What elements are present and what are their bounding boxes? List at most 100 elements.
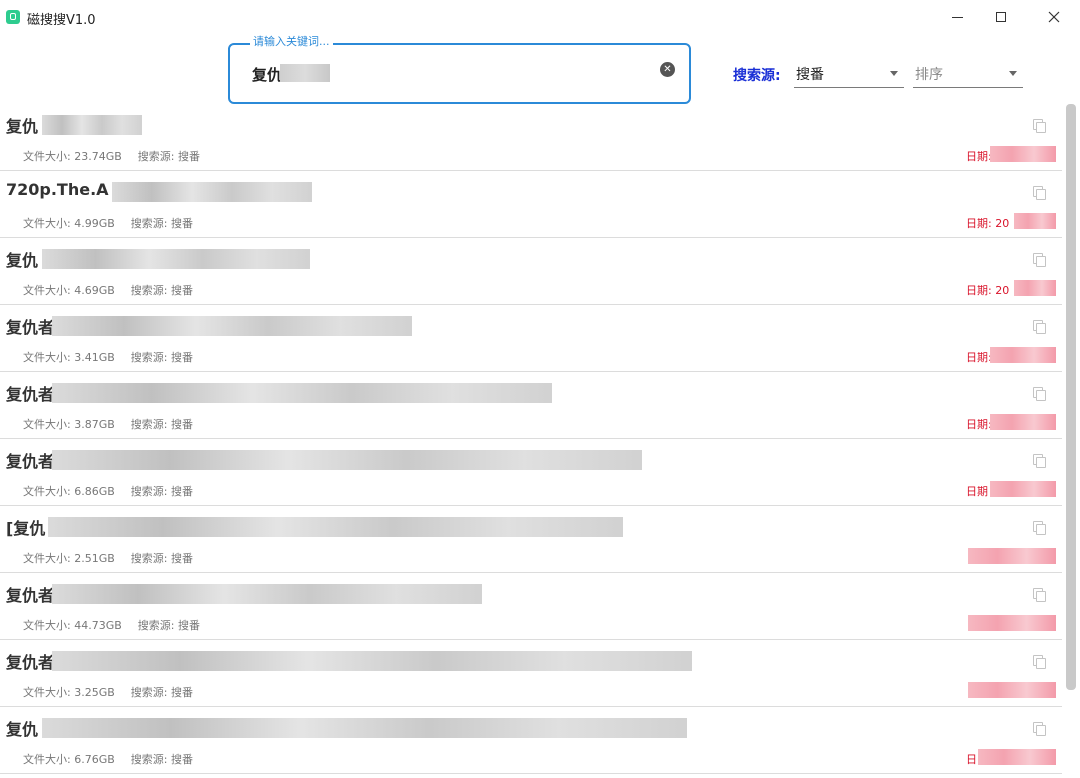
result-title[interactable]: [复仇 xyxy=(6,515,45,539)
sort-placeholder: 排序 xyxy=(915,67,943,83)
copy-icon[interactable] xyxy=(1033,521,1046,535)
result-source: 搜索源: 搜番 xyxy=(137,619,200,632)
date-redaction xyxy=(968,615,1056,631)
minimize-button[interactable] xyxy=(934,0,980,34)
file-size: 文件大小: 3.25GB xyxy=(23,686,115,699)
close-button[interactable] xyxy=(1031,0,1077,34)
title-redaction xyxy=(42,249,310,269)
title-redaction xyxy=(48,517,623,537)
result-row[interactable]: 复仇文件大小: 6.76GB 搜索源: 搜番 日 xyxy=(0,707,1062,774)
result-source: 搜索源: 搜番 xyxy=(137,150,200,163)
title-redaction xyxy=(42,718,687,738)
search-source-select[interactable]: 搜番 xyxy=(794,60,904,88)
result-title[interactable]: 复仇者 xyxy=(6,649,54,673)
result-meta: 文件大小: 2.51GB 搜索源: 搜番 xyxy=(23,550,209,566)
copy-icon[interactable] xyxy=(1033,253,1046,267)
sort-select[interactable]: 排序 xyxy=(913,60,1023,88)
result-source: 搜索源: 搜番 xyxy=(130,284,193,297)
date-redaction xyxy=(1014,213,1056,229)
result-title[interactable]: 复仇 xyxy=(6,247,38,271)
title-redaction xyxy=(52,383,552,403)
title-redaction xyxy=(52,316,412,336)
maximize-icon xyxy=(996,12,1006,22)
result-meta: 文件大小: 4.69GB 搜索源: 搜番 xyxy=(23,282,209,298)
result-row[interactable]: 复仇者 文件大小: 3.87GB 搜索源: 搜番 日期: xyxy=(0,372,1062,439)
result-row[interactable]: 复仇者文件大小: 3.25GB 搜索源: 搜番 xyxy=(0,640,1062,707)
result-row[interactable]: 复仇者文件大小: 6.86GB 搜索源: 搜番 日期 xyxy=(0,439,1062,506)
app-logo-icon xyxy=(6,10,20,24)
copy-icon[interactable] xyxy=(1033,186,1046,200)
result-title[interactable]: 复仇者 xyxy=(6,448,54,472)
date-redaction xyxy=(990,414,1056,430)
result-source: 搜索源: 搜番 xyxy=(130,686,193,699)
result-title[interactable]: 复仇者 xyxy=(6,582,54,606)
clear-circle-icon[interactable]: ✕ xyxy=(660,62,675,77)
maximize-button[interactable] xyxy=(978,0,1024,34)
copy-icon[interactable] xyxy=(1033,119,1046,133)
app-title: 磁搜搜V1.0 xyxy=(27,13,96,28)
search-source-value: 搜番 xyxy=(796,67,824,83)
title-bar[interactable]: 磁搜搜V1.0 xyxy=(0,0,1080,36)
result-date: 日期: xyxy=(966,351,992,364)
result-meta: 文件大小: 44.73GB 搜索源: 搜番 xyxy=(23,617,216,633)
file-size: 文件大小: 4.69GB xyxy=(23,284,115,297)
result-meta: 文件大小: 3.87GB 搜索源: 搜番 xyxy=(23,416,209,432)
search-field-label: 请输入关键词... xyxy=(250,35,333,49)
result-title[interactable]: 720p.The.A xyxy=(6,180,109,199)
search-field[interactable]: 请输入关键词... ✕ xyxy=(228,35,691,104)
date-redaction xyxy=(1014,280,1056,296)
title-redaction xyxy=(52,450,642,470)
result-list[interactable]: 复仇 文件大小: 23.74GB 搜索源: 搜番 日期: 720p.The.A 文件大小:… xyxy=(0,104,1064,778)
date-redaction xyxy=(990,481,1056,497)
result-row[interactable]: 复仇文件大小: 4.69GB 搜索源: 搜番 日期: 20 xyxy=(0,238,1062,305)
result-title[interactable]: 复仇者 xyxy=(6,314,54,338)
result-meta: 文件大小: 3.25GB 搜索源: 搜番 xyxy=(23,684,209,700)
result-date: 日 xyxy=(966,753,977,766)
result-row[interactable]: 复仇者文件大小: 44.73GB 搜索源: 搜番 xyxy=(0,573,1062,640)
search-source-label: 搜索源: xyxy=(733,68,781,84)
file-size: 文件大小: 23.74GB xyxy=(23,150,122,163)
date-redaction xyxy=(968,548,1056,564)
title-redaction xyxy=(42,115,142,135)
result-date: 日期 xyxy=(966,485,988,498)
result-row[interactable]: [复仇文件大小: 2.51GB 搜索源: 搜番 xyxy=(0,506,1062,573)
result-meta: 文件大小: 23.74GB 搜索源: 搜番 xyxy=(23,148,216,164)
result-date: 日期: xyxy=(966,150,992,163)
copy-icon[interactable] xyxy=(1033,454,1046,468)
result-row[interactable]: 复仇者 文件大小: 3.41GB 搜索源: 搜番 日期: xyxy=(0,305,1062,372)
minimize-icon xyxy=(951,16,963,18)
file-size: 文件大小: 2.51GB xyxy=(23,552,115,565)
chevron-down-icon xyxy=(890,71,898,76)
copy-icon[interactable] xyxy=(1033,722,1046,736)
title-redaction xyxy=(52,584,482,604)
app-window: 磁搜搜V1.0 请输入关键词... ✕ 搜索源: 搜番 排序 复仇文件大小: 2… xyxy=(0,0,1080,778)
copy-icon[interactable] xyxy=(1033,387,1046,401)
copy-icon[interactable] xyxy=(1033,655,1046,669)
copy-icon[interactable] xyxy=(1033,588,1046,602)
result-meta: 文件大小: 6.86GB 搜索源: 搜番 xyxy=(23,483,209,499)
result-row[interactable]: 720p.The.A 文件大小: 4.99GB 搜索源: 搜番 日期: 20 xyxy=(0,171,1062,238)
result-source: 搜索源: 搜番 xyxy=(130,351,193,364)
title-redaction xyxy=(52,651,692,671)
file-size: 文件大小: 44.73GB xyxy=(23,619,122,632)
result-title[interactable]: 复仇者 xyxy=(6,381,54,405)
result-meta: 文件大小: 4.99GB 搜索源: 搜番 xyxy=(23,215,209,231)
date-redaction xyxy=(978,749,1056,765)
file-size: 文件大小: 6.76GB xyxy=(23,753,115,766)
result-row[interactable]: 复仇文件大小: 23.74GB 搜索源: 搜番 日期: xyxy=(0,104,1062,171)
copy-icon[interactable] xyxy=(1033,320,1046,334)
search-text-redaction xyxy=(280,64,330,82)
date-redaction xyxy=(990,146,1056,162)
result-source: 搜索源: 搜番 xyxy=(130,217,193,230)
result-date: 日期: 20 xyxy=(966,284,1010,297)
result-source: 搜索源: 搜番 xyxy=(130,753,193,766)
result-title[interactable]: 复仇 xyxy=(6,716,38,740)
result-date: 日期: 20 xyxy=(966,217,1010,230)
result-source: 搜索源: 搜番 xyxy=(130,418,193,431)
date-redaction xyxy=(990,347,1056,363)
result-source: 搜索源: 搜番 xyxy=(130,485,193,498)
scrollbar[interactable] xyxy=(1066,104,1076,690)
file-size: 文件大小: 4.99GB xyxy=(23,217,115,230)
result-title[interactable]: 复仇 xyxy=(6,113,38,137)
result-meta: 文件大小: 6.76GB 搜索源: 搜番 xyxy=(23,751,209,767)
